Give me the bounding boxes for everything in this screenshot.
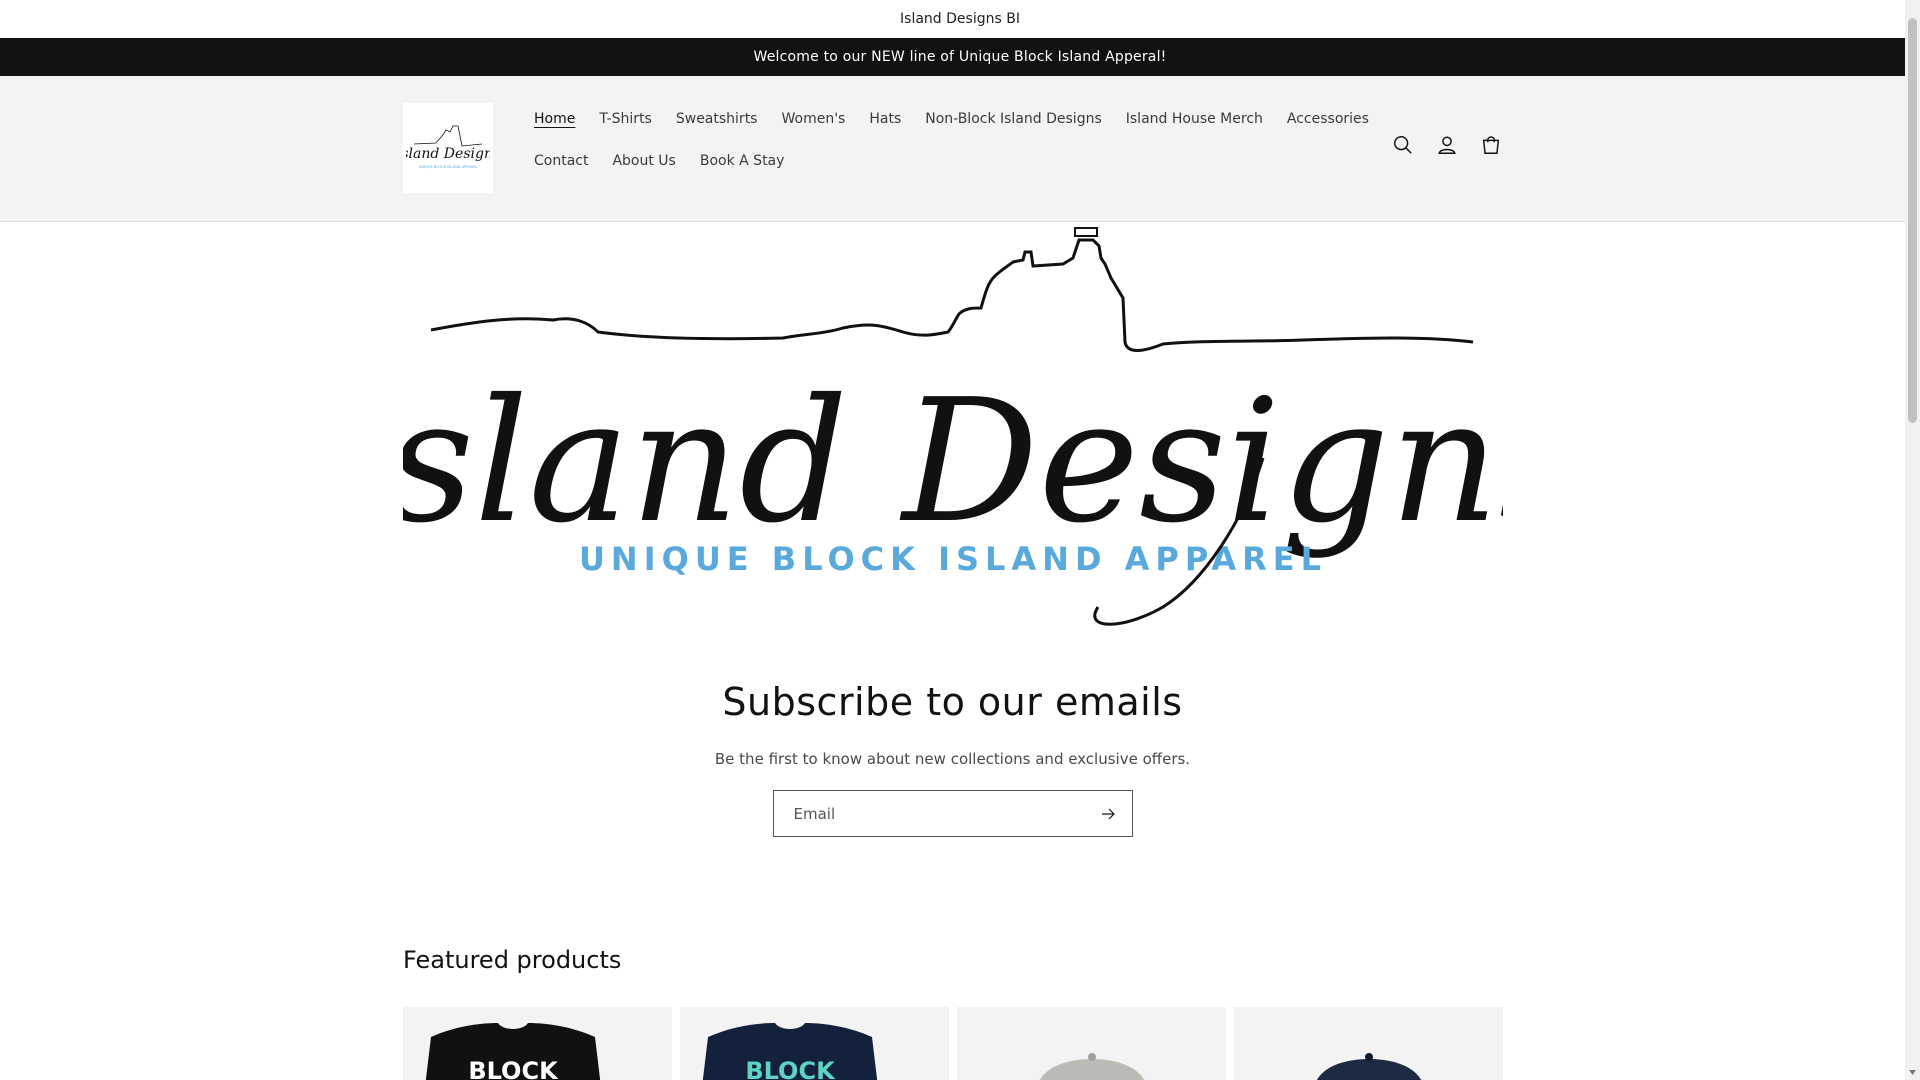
product-image: BLOCK (702, 1023, 878, 1080)
announcement-bar: Welcome to our NEW line of Unique Block … (0, 38, 1920, 76)
nav-about-us[interactable]: About Us (600, 153, 687, 169)
nav-womens[interactable]: Women's (769, 111, 857, 127)
email-input[interactable] (793, 804, 1096, 823)
product-card[interactable]: BLOCK (680, 1007, 949, 1080)
product-print: BLOCK (745, 1057, 836, 1080)
product-image (1316, 1053, 1422, 1080)
nav-book-a-stay[interactable]: Book A Stay (688, 153, 797, 169)
nav-sweatshirts[interactable]: Sweatshirts (664, 111, 770, 127)
product-card[interactable]: BLOCK (403, 1007, 672, 1080)
nav-island-house-merch[interactable]: Island House Merch (1114, 111, 1275, 127)
banner-subtitle: UNIQUE BLOCK ISLAND APPAREL (579, 540, 1327, 578)
product-image: BLOCK (425, 1023, 601, 1080)
featured-products-grid: BLOCK BLOCK (403, 1007, 1503, 1080)
nav-accessories[interactable]: Accessories (1275, 111, 1381, 127)
newsletter-section: Subscribe to our emails Be the first to … (0, 680, 1905, 837)
email-form (772, 790, 1133, 837)
arrow-right-icon (1101, 808, 1115, 819)
hero-banner: Island Designs UNIQUE BLOCK ISLAND APPAR… (317, 222, 1586, 634)
product-image (1039, 1053, 1145, 1080)
svg-text:Island Designs: Island Designs (406, 146, 490, 162)
scrollbar-thumb[interactable] (1908, 18, 1917, 423)
nav-hats[interactable]: Hats (857, 111, 913, 127)
search-icon[interactable] (1388, 130, 1418, 160)
header-icons (1388, 130, 1506, 160)
cart-icon[interactable] (1476, 130, 1506, 160)
banner-image: Island Designs UNIQUE BLOCK ISLAND APPAR… (317, 227, 1586, 626)
site-logo[interactable]: Island Designs UNIQUE BLOCK ISLAND APPAR… (403, 103, 493, 193)
nav-contact[interactable]: Contact (522, 153, 600, 169)
top-bar-text: Island Designs BI (900, 11, 1020, 27)
featured-products-title: Featured products (403, 946, 622, 974)
banner-title: Island Designs (403, 363, 1503, 561)
nav-home[interactable]: Home (522, 111, 587, 127)
email-submit-button[interactable] (1096, 802, 1120, 826)
newsletter-text: Be the first to know about new collectio… (714, 750, 1191, 768)
newsletter-heading: Subscribe to our emails (722, 680, 1183, 724)
nav-t-shirts[interactable]: T-Shirts (587, 111, 664, 127)
logo-image: Island Designs UNIQUE BLOCK ISLAND APPAR… (406, 125, 490, 169)
site-header: Island Designs UNIQUE BLOCK ISLAND APPAR… (0, 76, 1920, 222)
product-card[interactable] (957, 1007, 1226, 1080)
scroll-down-icon[interactable] (1908, 1068, 1917, 1077)
page-scrollbar[interactable] (1905, 0, 1920, 1080)
main-nav: Home T-Shirts Sweatshirts Women's Hats N… (522, 98, 1369, 182)
account-icon[interactable] (1432, 130, 1462, 160)
top-bar: Island Designs BI (0, 0, 1920, 38)
product-card[interactable] (1234, 1007, 1503, 1080)
product-print: BLOCK (468, 1057, 559, 1080)
announcement-text: Welcome to our NEW line of Unique Block … (753, 49, 1167, 65)
nav-non-block-island-designs[interactable]: Non-Block Island Designs (913, 111, 1114, 127)
nav-row-2: Contact About Us Book A Stay (522, 140, 1322, 182)
nav-row-1: Home T-Shirts Sweatshirts Women's Hats N… (522, 98, 1369, 140)
logo-tagline: UNIQUE BLOCK ISLAND APPAREL (419, 165, 478, 169)
